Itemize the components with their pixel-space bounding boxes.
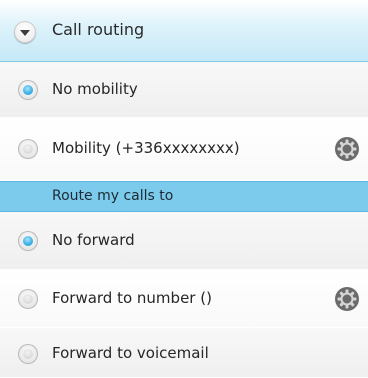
option-label: No mobility <box>52 80 138 98</box>
call-routing-screen: Call routing No mobility Mobility (+336x… <box>0 0 368 378</box>
radio-forward-to-number[interactable] <box>18 289 38 309</box>
header-title: Call routing <box>52 20 145 39</box>
radio-forward-to-voicemail[interactable] <box>18 344 38 364</box>
call-routing-header[interactable]: Call routing <box>0 0 368 62</box>
option-no-mobility[interactable]: No mobility <box>0 62 368 118</box>
option-forward-to-voicemail[interactable]: Forward to voicemail <box>0 328 368 378</box>
option-label: Forward to number () <box>52 289 212 307</box>
section-header: Route my calls to <box>0 181 368 212</box>
option-mobility[interactable]: Mobility (+336xxxxxxxx) <box>0 118 368 181</box>
chevron-down-icon[interactable] <box>14 21 36 43</box>
option-forward-to-number[interactable]: Forward to number () <box>0 270 368 328</box>
option-label: Forward to voicemail <box>52 344 209 362</box>
option-label: No forward <box>52 231 135 249</box>
option-label: Mobility (+336xxxxxxxx) <box>52 139 240 157</box>
option-no-forward[interactable]: No forward <box>0 212 368 270</box>
radio-mobility[interactable] <box>18 139 38 159</box>
radio-no-forward[interactable] <box>18 231 38 251</box>
gear-icon[interactable] <box>334 286 360 312</box>
radio-no-mobility[interactable] <box>18 80 38 100</box>
gear-icon[interactable] <box>334 136 360 162</box>
section-title: Route my calls to <box>52 188 174 204</box>
